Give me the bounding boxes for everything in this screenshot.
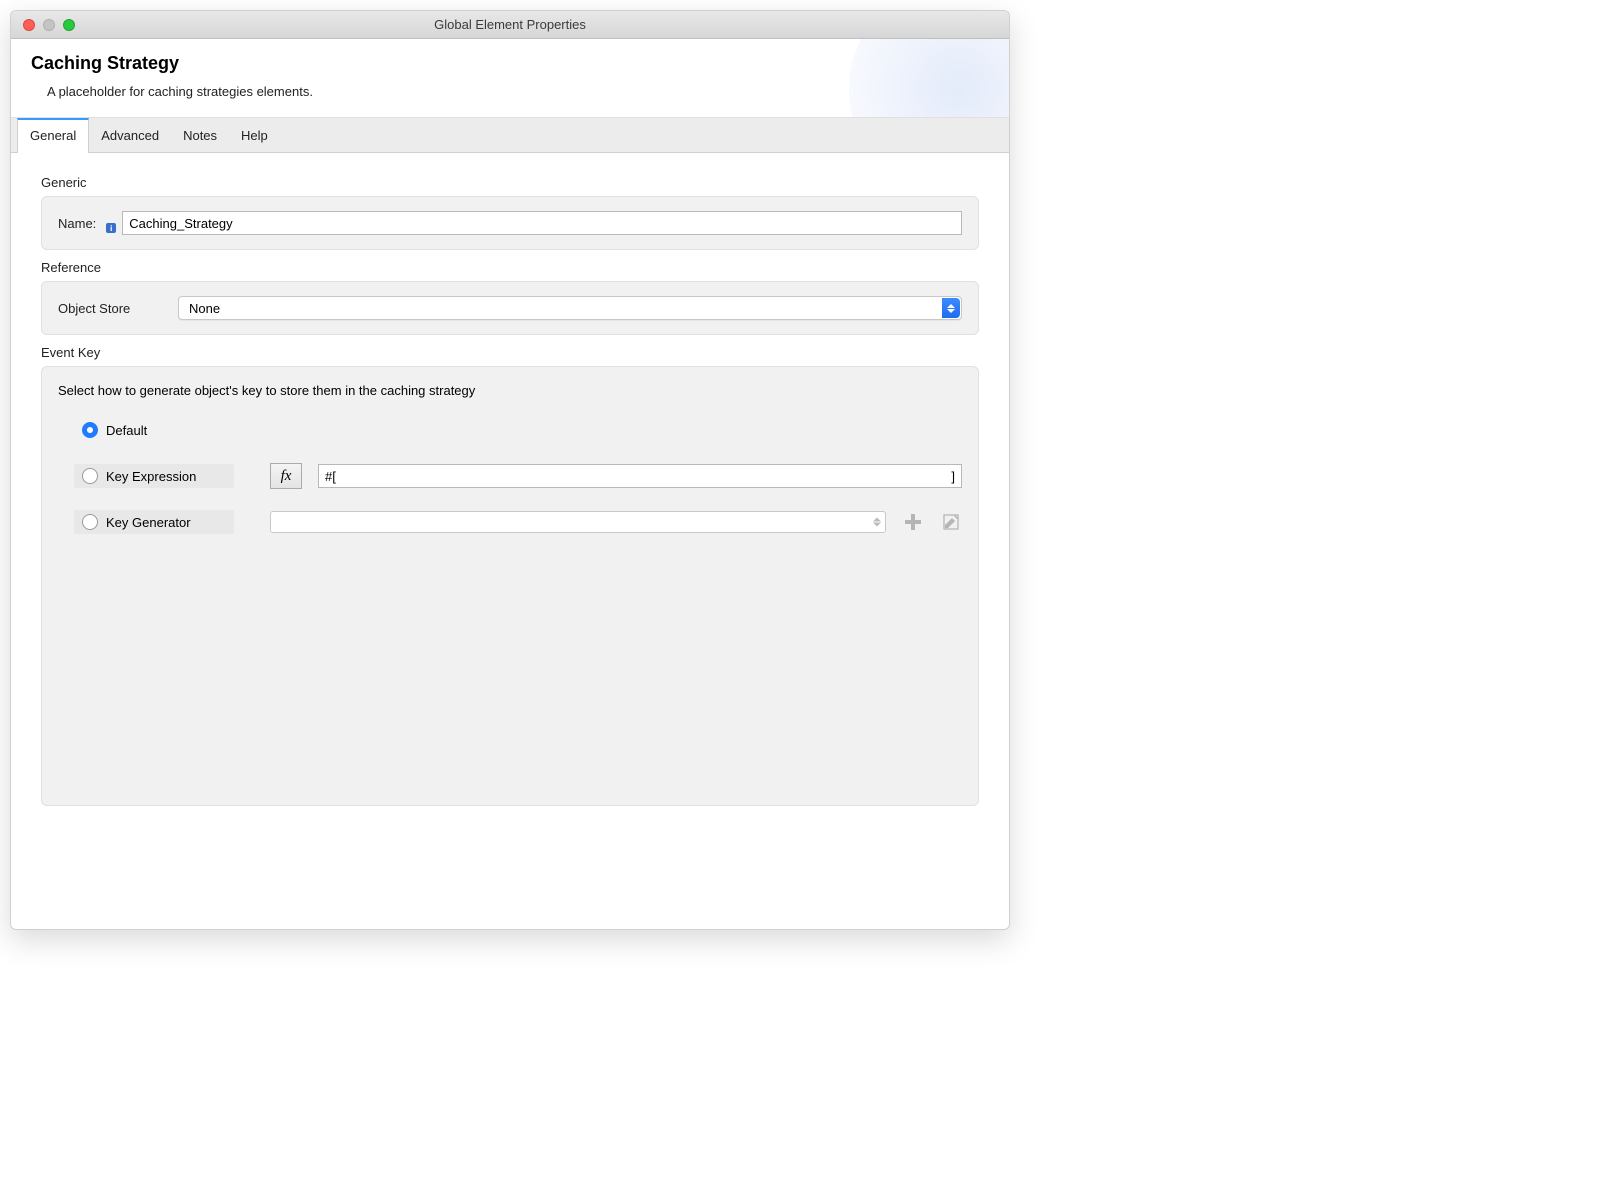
tab-content: Generic Name: i Reference Object Store N… [11,153,1009,929]
event-key-legend: Event Key [41,341,979,364]
close-icon[interactable] [23,19,35,31]
tab-advanced[interactable]: Advanced [89,118,171,152]
tab-notes[interactable]: Notes [171,118,229,152]
radio-option-key-expression[interactable]: Key Expression [74,464,234,488]
object-store-select[interactable]: None [178,296,962,320]
chevron-updown-icon [873,518,881,527]
event-key-group: Event Key Select how to generate object'… [41,341,979,806]
expression-prefix: #[ [325,469,336,484]
key-expression-input[interactable]: #[ ] [318,464,962,488]
page-title: Caching Strategy [31,53,989,74]
reference-group: Reference Object Store None [41,256,979,335]
object-store-value: None [189,301,220,316]
object-store-label: Object Store [58,301,168,316]
radio-option-default[interactable]: Default [74,418,234,442]
info-icon: i [106,223,116,233]
fx-icon: fx [281,468,292,485]
key-generator-select[interactable] [270,511,886,533]
radio-key-expression[interactable] [82,468,98,484]
fx-button[interactable]: fx [270,463,302,489]
window-title: Global Element Properties [11,17,1009,32]
minimize-icon[interactable] [43,19,55,31]
plus-icon [905,514,921,530]
tab-general[interactable]: General [17,118,89,153]
tabs-bar: General Advanced Notes Help [11,118,1009,153]
edit-icon [943,514,959,530]
page-description: A placeholder for caching strategies ele… [31,84,989,99]
edit-button[interactable] [940,511,962,533]
maximize-icon[interactable] [63,19,75,31]
window-controls [11,19,75,31]
radio-key-generator[interactable] [82,514,98,530]
chevron-updown-icon [942,298,960,318]
expression-suffix: ] [951,469,955,484]
event-key-hint: Select how to generate object's key to s… [58,383,962,398]
name-label: Name: [58,216,96,231]
reference-legend: Reference [41,256,979,279]
tab-help[interactable]: Help [229,118,280,152]
generic-group: Generic Name: i [41,171,979,250]
titlebar: Global Element Properties [11,11,1009,39]
header-panel: Caching Strategy A placeholder for cachi… [11,39,1009,118]
radio-default-label: Default [106,423,147,438]
radio-key-expression-label: Key Expression [106,469,196,484]
radio-default[interactable] [82,422,98,438]
name-input[interactable] [122,211,962,235]
radio-key-generator-label: Key Generator [106,515,191,530]
radio-option-key-generator[interactable]: Key Generator [74,510,234,534]
dialog-window: Global Element Properties Caching Strate… [10,10,1010,930]
generic-legend: Generic [41,171,979,194]
add-button[interactable] [902,511,924,533]
